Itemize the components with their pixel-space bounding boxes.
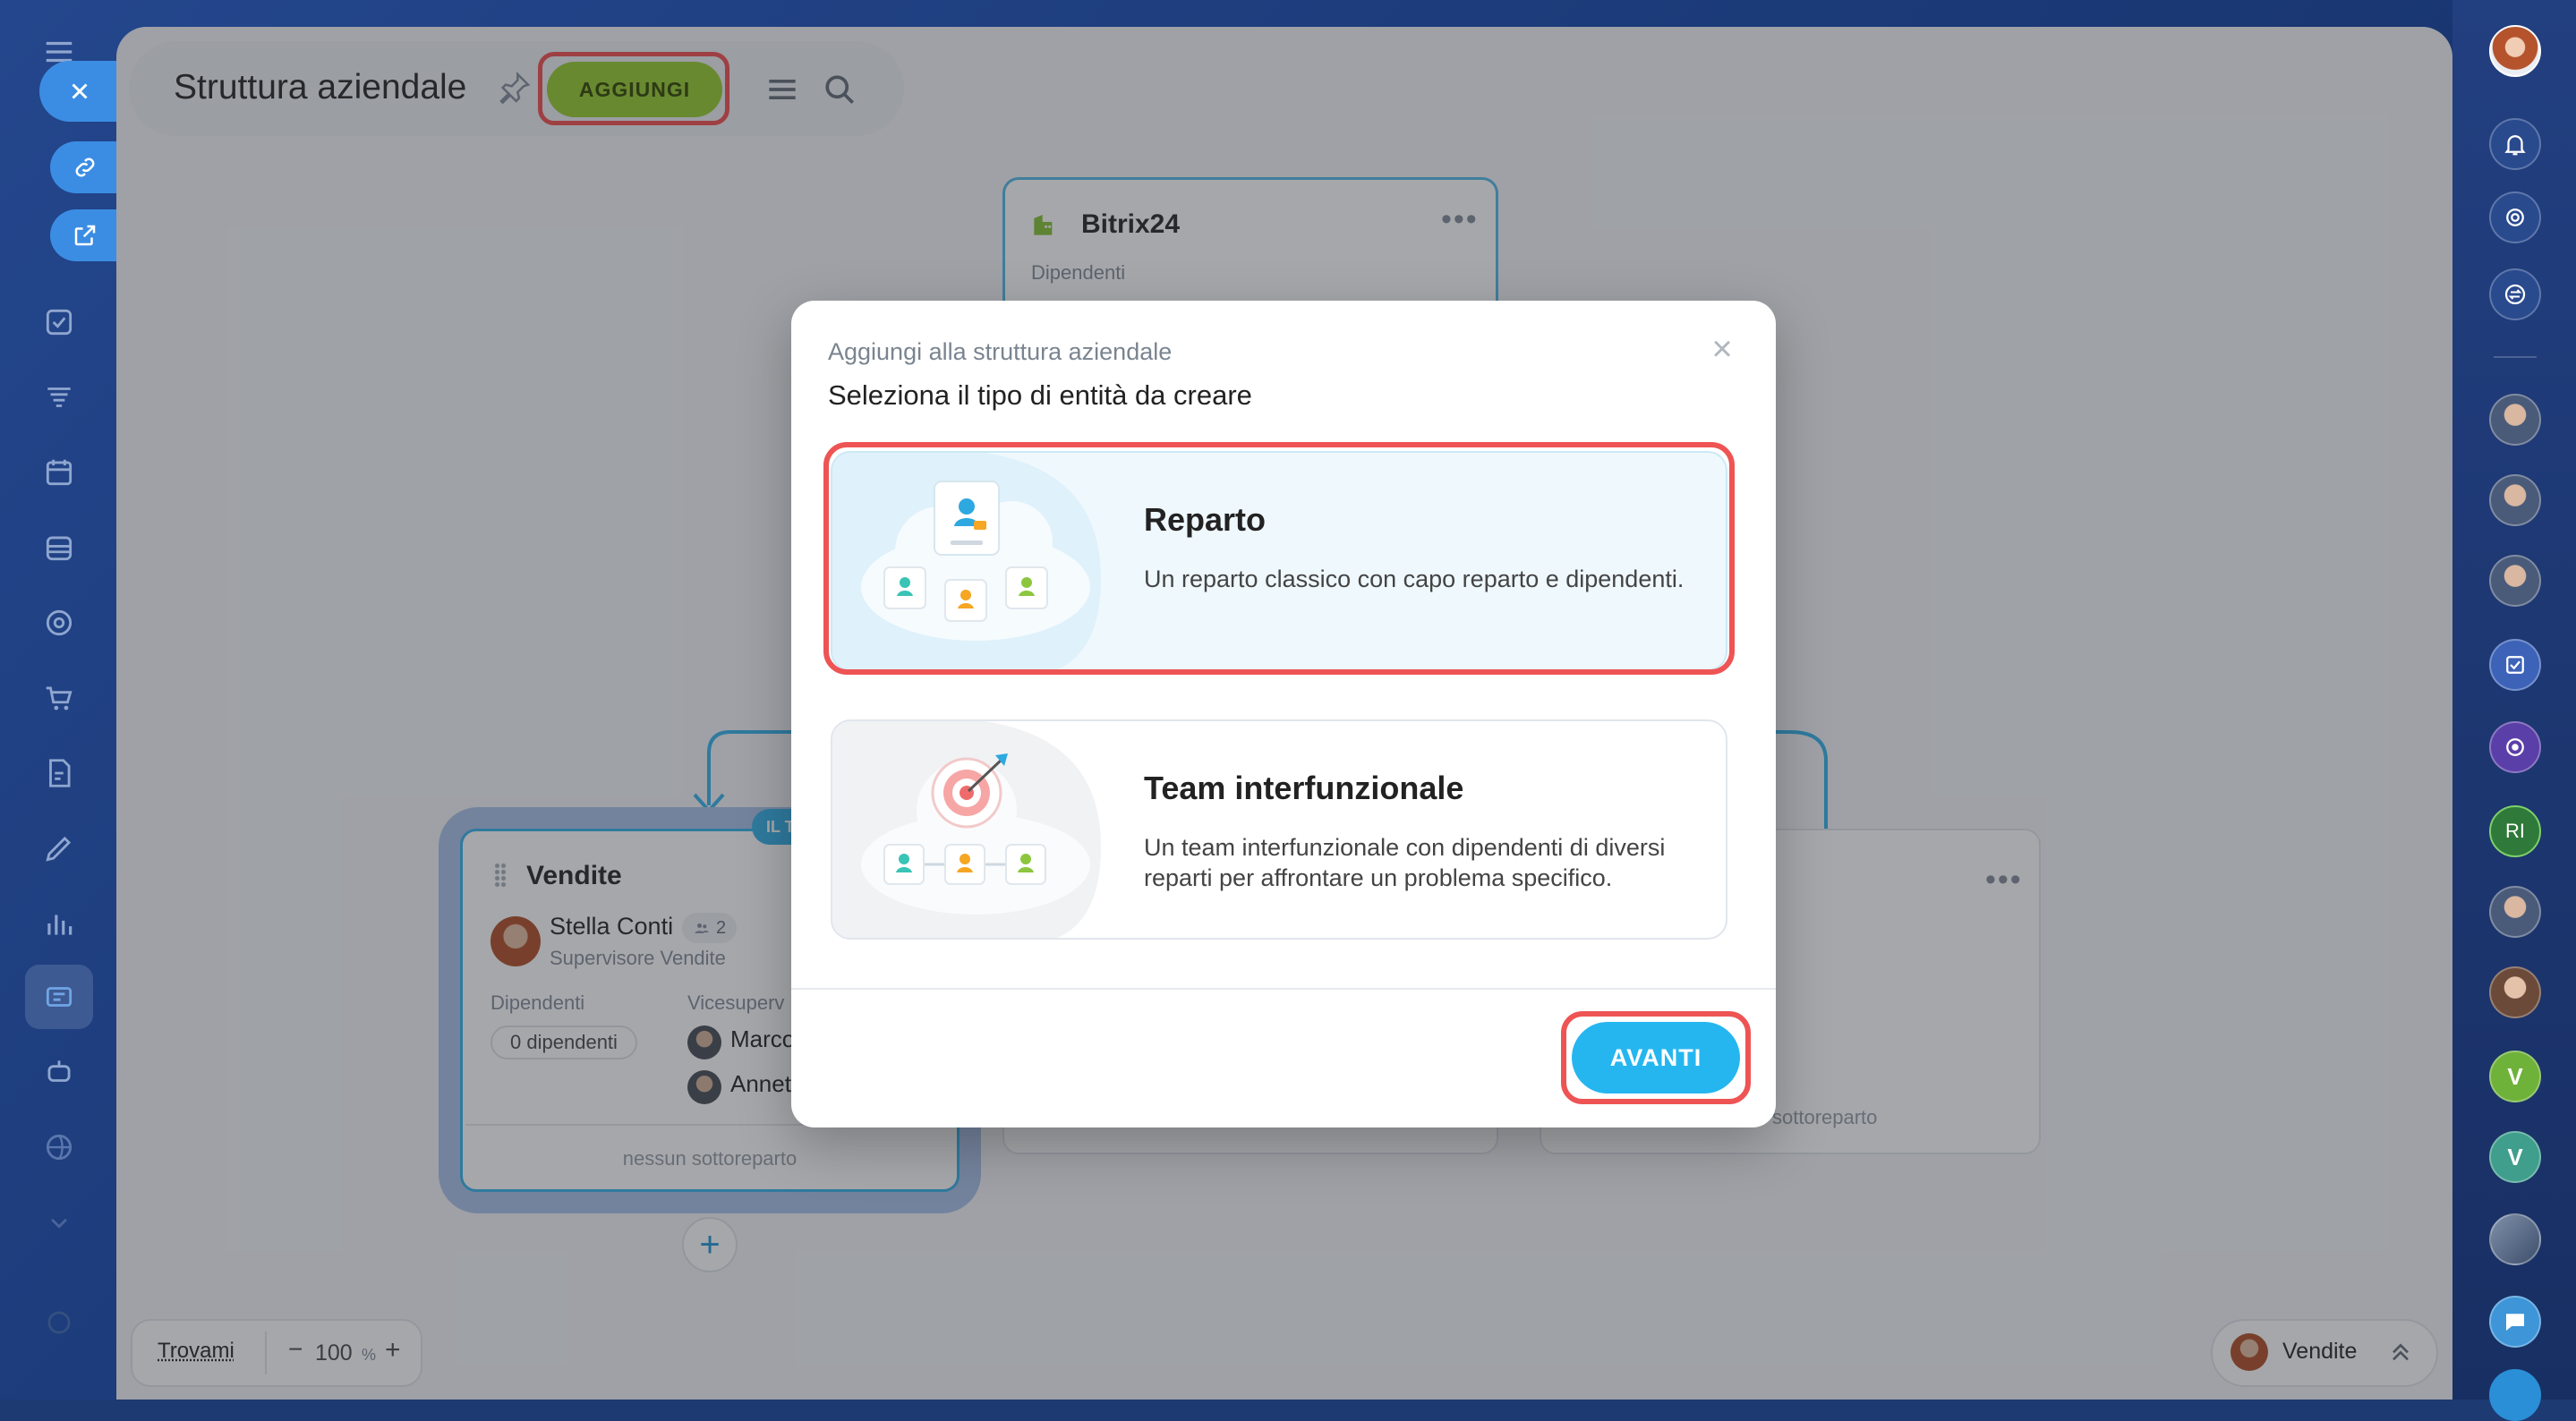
tasks-icon[interactable]: [39, 302, 79, 342]
chevron-down-icon[interactable]: [39, 1203, 79, 1242]
add-entity-dialog: [791, 301, 1776, 1127]
copilot-chat-button[interactable]: [2489, 721, 2541, 773]
document-edit-icon[interactable]: [39, 753, 79, 793]
chat-sync-button[interactable]: [2489, 268, 2541, 320]
analytics-icon[interactable]: [39, 904, 79, 943]
chat-avatar-initials[interactable]: V: [2489, 1131, 2541, 1183]
globe-icon[interactable]: [39, 1127, 79, 1167]
cart-icon[interactable]: [39, 678, 79, 718]
company-structure-icon[interactable]: [39, 977, 79, 1017]
team-illustration-icon: [832, 721, 1101, 938]
left-sidebar: [0, 0, 147, 1400]
chat-bubble-icon: [2506, 1314, 2524, 1331]
funnel-icon[interactable]: [39, 378, 79, 417]
signature-icon[interactable]: [39, 829, 79, 868]
tasks-chat-button[interactable]: [2489, 639, 2541, 691]
contact-avatar[interactable]: [2489, 394, 2541, 446]
spiral-icon: [2506, 208, 2524, 226]
contact-avatar[interactable]: [2489, 474, 2541, 526]
dialog-footer-divider: [791, 988, 1776, 990]
copilot-button[interactable]: [2489, 191, 2541, 243]
chat-arrows-icon: [2504, 284, 2526, 305]
group-chat-avatar[interactable]: [2489, 1213, 2541, 1265]
checkbox-icon: [2506, 656, 2524, 674]
external-link-icon: [74, 225, 96, 246]
robot-icon[interactable]: [39, 1052, 79, 1092]
notifications-button[interactable]: [2489, 118, 2541, 170]
sidebar-divider: [2494, 356, 2537, 358]
target-icon[interactable]: [39, 603, 79, 642]
dialog-subtitle: Aggiungi alla struttura aziendale: [828, 338, 1173, 365]
chat-avatar-initials[interactable]: RI: [2489, 805, 2541, 857]
user-avatar[interactable]: [2489, 25, 2541, 77]
close-dialog-icon[interactable]: ×: [1704, 331, 1740, 367]
dialog-heading: Seleziona il tipo di entità da creare: [828, 379, 1252, 411]
option-highlight: [823, 442, 1735, 675]
close-icon: [72, 83, 88, 99]
open-chats-button[interactable]: [2489, 1296, 2541, 1348]
contact-avatar[interactable]: [2489, 966, 2541, 1018]
open-new-window-button[interactable]: [50, 209, 120, 261]
drive-icon[interactable]: [39, 528, 79, 567]
contact-avatar[interactable]: [2489, 555, 2541, 607]
calendar-icon[interactable]: [39, 453, 79, 492]
contact-avatar[interactable]: [2489, 886, 2541, 938]
settings-icon[interactable]: [39, 1303, 79, 1342]
copy-link-button[interactable]: [50, 141, 120, 193]
option-description: Un team interfunzionale con dipendenti d…: [1144, 834, 1666, 891]
link-icon: [75, 157, 95, 177]
chat-avatar-initials[interactable]: V: [2489, 1051, 2541, 1102]
option-title: Team interfunzionale: [1144, 770, 1464, 806]
more-chats-button[interactable]: [2489, 1369, 2541, 1421]
next-button-highlight: [1561, 1011, 1751, 1104]
swirl-icon: [2506, 738, 2524, 756]
bell-icon: [2504, 135, 2526, 156]
option-cross-functional-team[interactable]: Team interfunzionale Un team interfunzio…: [831, 719, 1727, 940]
